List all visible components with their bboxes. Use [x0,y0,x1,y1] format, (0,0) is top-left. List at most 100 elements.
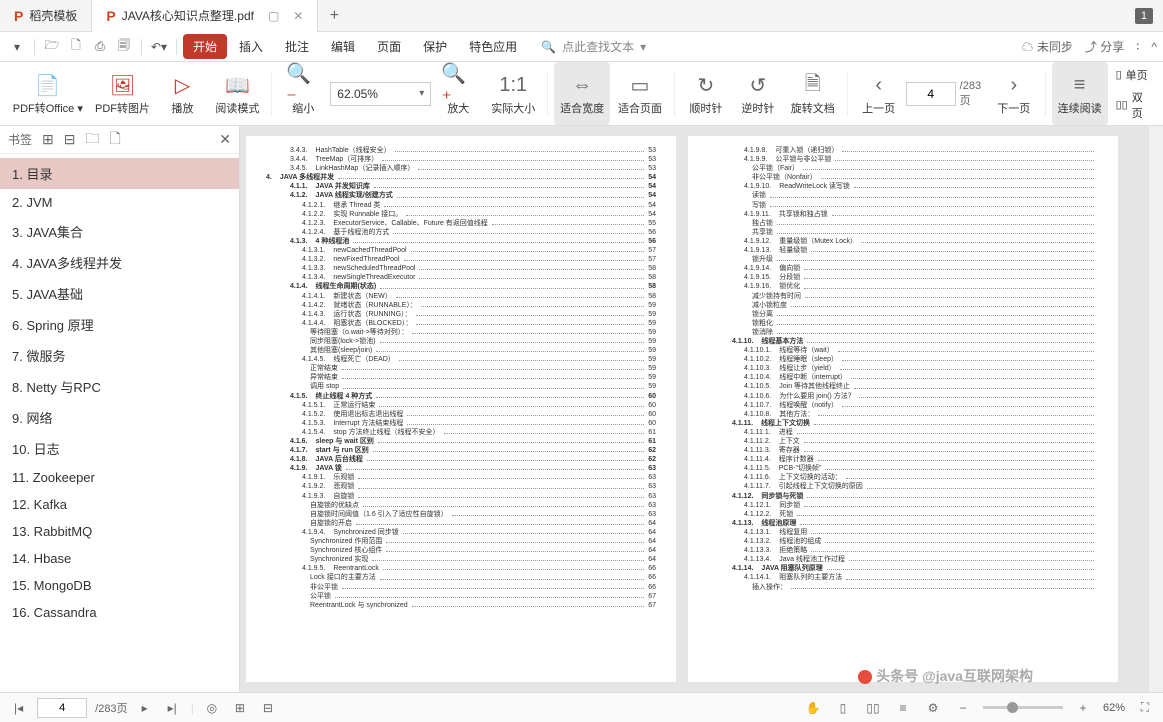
doc-toc-line: 4.1.9.11.共享锁和独占锁 [708,210,1098,219]
view-continuous-icon[interactable]: ≡ [893,698,913,718]
zoom-plus-icon[interactable]: + [1073,698,1093,718]
zoom-minus-icon[interactable]: − [953,698,973,718]
status-tool-2[interactable]: ⊞ [230,698,250,718]
folder-icon[interactable]: 🗁 [41,36,63,58]
menu-start[interactable]: 开始 [183,34,227,59]
tab-templates[interactable]: P 稻壳模板 [0,0,92,32]
view-dual-icon[interactable]: ▯▯ [863,698,883,718]
menu-collapse-icon[interactable]: ∶ [1136,40,1139,54]
sidebar-icon-3[interactable]: 🗀 [85,128,99,152]
sidebar-icon-4[interactable]: 🗋 [109,128,120,152]
tab-close-icon[interactable]: ✕ [293,9,303,23]
preview-icon[interactable]: 🗐 [113,36,135,58]
toc-item[interactable]: 4. JAVA多线程并发 [0,247,239,278]
status-next-page[interactable]: ▸ [136,699,154,717]
sidebar-icon-1[interactable]: ⊞ [42,131,54,148]
doc-toc-line: 读锁 [708,191,1098,200]
status-last-page[interactable]: ▸| [162,699,183,717]
toc-item[interactable]: 9. 网络 [0,402,239,433]
sidebar-close-icon[interactable]: ✕ [219,131,231,148]
tool-pdf-to-image[interactable]: 🖼 PDF转图片 [90,62,156,125]
print-icon[interactable]: ⎙ [89,36,111,58]
menu-dropdown-icon[interactable]: ▾ [6,36,28,58]
toc-item[interactable]: 2. JVM [0,189,239,216]
sync-status[interactable]: ☁ 未同步 [1022,38,1073,55]
tab-document[interactable]: P JAVA核心知识点整理.pdf ▢ ✕ [92,0,318,32]
doc-toc-line: 4.1.4.4.阻塞状态（BLOCKED）：59 [266,319,656,328]
fullscreen-icon[interactable]: ⛶ [1135,698,1155,718]
toc-item[interactable]: 14. Hbase [0,545,239,572]
toc-item[interactable]: 7. 微服务 [0,340,239,371]
status-page-input[interactable] [37,698,87,718]
tool-fit-width[interactable]: ⇔ 适合宽度 [554,62,610,125]
zoom-slider[interactable] [983,706,1063,709]
page-number-input[interactable] [906,82,956,106]
view-hand-icon[interactable]: ✋ [803,698,823,718]
tool-zoom-out[interactable]: 🔍⁻ 缩小 [278,62,328,125]
tool-rotate-ccw[interactable]: ↺ 逆时针 [733,62,783,125]
status-bar: |◂ /283页 ▸ ▸| | ◎ ⊞ ⊟ ✋ ▯ ▯▯ ≡ ⚙ − + 62%… [0,692,1163,722]
doc-toc-line: 其他阻塞(sleep/join)59 [266,346,656,355]
bookmark-label: 书签 [8,131,32,148]
tool-rotate-cw[interactable]: ↻ 顺时针 [681,62,731,125]
vertical-scrollbar[interactable] [1149,126,1163,692]
status-first-page[interactable]: |◂ [8,699,29,717]
sidebar-icon-2[interactable]: ⊟ [64,131,76,148]
doc-toc-line: 4.1.13.3.拒绝策略 [708,546,1098,555]
tab-maximize-icon[interactable]: ▢ [268,9,279,23]
tab-add-button[interactable]: + [318,7,350,25]
doc-toc-line: 4.1.14.JAVA 阻塞队列原理 [708,564,1098,573]
doc-toc-line: 4.1.8.JAVA 后台线程62 [266,455,656,464]
view-page-icon[interactable]: ▯ [833,698,853,718]
tool-rotate-doc[interactable]: 🗎 旋转文档 [785,62,841,125]
toc-item[interactable]: 3. JAVA集合 [0,216,239,247]
toc-item[interactable]: 11. Zookeeper [0,464,239,491]
undo-icon[interactable]: ↶▾ [148,36,170,58]
toc-item[interactable]: 5. JAVA基础 [0,278,239,309]
status-tool-1[interactable]: ◎ [202,698,222,718]
view-settings-icon[interactable]: ⚙ [923,698,943,718]
doc-toc-line: 调用 stop59 [266,382,656,391]
search-area[interactable]: 🔍 点此查找文本 ▾ [541,38,646,55]
tool-read-mode[interactable]: 📖 阅读模式 [209,62,265,125]
menu-page[interactable]: 页面 [367,34,411,59]
menu-insert[interactable]: 插入 [229,34,273,59]
status-page-total: /283页 [95,700,127,716]
save-icon[interactable]: 🗋 [65,36,87,58]
document-viewport[interactable]: 3.4.3.HashTable（线程安全）533.4.4.TreeMap（可排序… [240,126,1163,692]
doc-toc-line: 等待阻塞（o.wait->等待对列）：59 [266,328,656,337]
menu-up-icon[interactable]: ^ [1151,40,1157,54]
tool-play[interactable]: ▷ 播放 [157,62,207,125]
doc-toc-line: 4.1.10.8.其他方法： [708,410,1098,419]
toc-item[interactable]: 16. Cassandra [0,599,239,626]
doc-toc-line: Synchronized 核心组件64 [266,546,656,555]
status-tool-3[interactable]: ⊟ [258,698,278,718]
menu-featured[interactable]: 特色应用 [459,34,527,59]
tool-single-page[interactable]: ▯单页 [1110,65,1155,85]
doc-toc-line: 4.1.5.3.Interrupt 方法结束线程60 [266,419,656,428]
share-button[interactable]: ⤴ 分享 [1085,38,1124,55]
toc-item[interactable]: 12. Kafka [0,491,239,518]
menu-protect[interactable]: 保护 [413,34,457,59]
tool-actual-size[interactable]: 1:1 实际大小 [485,62,541,125]
tool-zoom-in[interactable]: 🔍⁺ 放大 [433,62,483,125]
pdf-page-left: 3.4.3.HashTable（线程安全）533.4.4.TreeMap（可排序… [246,136,676,682]
tool-continuous-read[interactable]: ≡ 连续阅读 [1052,62,1108,125]
tool-pdf-to-office[interactable]: 📄 PDF转Office ▾ [8,62,88,125]
zoom-combo[interactable]: 62.05% [330,82,431,106]
toc-item[interactable]: 15. MongoDB [0,572,239,599]
toc-item[interactable]: 1. 目录 [0,158,239,189]
tool-prev-page[interactable]: ‹ 上一页 [854,62,904,125]
tool-double-page[interactable]: ▯▯双页 [1110,87,1155,123]
tool-next-page[interactable]: › 下一页 [989,62,1039,125]
toc-item[interactable]: 10. 日志 [0,433,239,464]
doc-toc-line: 4.JAVA 多线程并发54 [266,173,656,182]
tool-fit-page[interactable]: ▭ 适合页面 [612,62,668,125]
menu-edit[interactable]: 编辑 [321,34,365,59]
toc-item[interactable]: 8. Netty 与RPC [0,371,239,402]
menu-annotate[interactable]: 批注 [275,34,319,59]
toc-item[interactable]: 6. Spring 原理 [0,309,239,340]
doc-toc-line: 公平锁67 [266,592,656,601]
tab-label: JAVA核心知识点整理.pdf [122,7,254,24]
toc-item[interactable]: 13. RabbitMQ [0,518,239,545]
